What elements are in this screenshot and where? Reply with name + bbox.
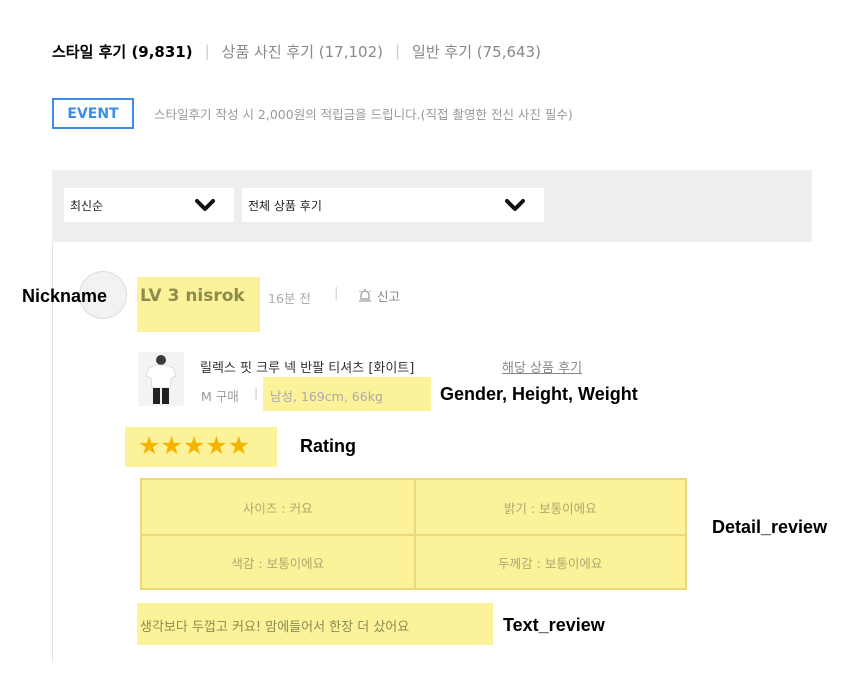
review-tabs: 스타일 후기 (9,831) | 상품 사진 후기 (17,102) | 일반 … [52, 40, 541, 62]
product-review-link[interactable]: 해당 상품 후기 [502, 357, 582, 376]
tab-separator: | [394, 42, 401, 60]
chevron-down-icon [195, 199, 215, 211]
detail-thickness: 두께감 : 보통이에요 [413, 534, 685, 588]
detail-brightness: 밝기 : 보통이에요 [413, 480, 686, 534]
nickname[interactable]: LV 3 nisrok [140, 286, 245, 306]
event-badge[interactable]: EVENT [52, 98, 134, 129]
product-thumbnail[interactable] [138, 352, 184, 406]
report-label: 신고 [377, 289, 401, 304]
filter-bar: 최신순 전체 상품 후기 [52, 170, 812, 242]
tshirt-model-image [138, 352, 184, 406]
sort-select-label: 최신순 [70, 198, 104, 213]
star-rating: ★★★★★ [138, 431, 251, 460]
product-name[interactable]: 릴렉스 핏 크루 넥 반팔 티셔츠 [화이트] [200, 357, 414, 376]
review-type-select[interactable]: 전체 상품 후기 [242, 188, 544, 222]
annotation-detail-review: Detail_review [712, 517, 828, 537]
annotation-body-info: Gender, Height, Weight [440, 384, 638, 404]
detail-size: 사이즈 : 커요 [242, 500, 313, 516]
annotation-rating: Rating [300, 436, 356, 456]
tab-general-review[interactable]: 일반 후기 (75,643) [412, 41, 541, 62]
review-type-select-label: 전체 상품 후기 [248, 198, 322, 213]
meta-separator: | [334, 286, 339, 301]
sort-select[interactable]: 최신순 [64, 188, 234, 222]
review-time: 16분 전 [268, 291, 311, 306]
text-review: 생각보다 두껍고 커요! 맘에들어서 한장 더 샀어요 [140, 620, 410, 635]
annotation-nickname: Nickname [22, 286, 108, 306]
purchase-separator: | [254, 385, 259, 400]
annotation-text-review: Text_review [503, 615, 605, 635]
tab-style-review[interactable]: 스타일 후기 (9,831) [52, 41, 193, 62]
tab-photo-review[interactable]: 상품 사진 후기 (17,102) [222, 41, 383, 62]
bell-icon [359, 289, 371, 302]
report-button[interactable]: 신고 [357, 286, 400, 305]
detail-color: 색감 : 보통이에요 [142, 534, 414, 588]
event-text: 스타일후기 작성 시 2,000원의 적립금을 드립니다.(직접 촬영한 전신 … [154, 107, 573, 122]
tab-separator: | [204, 42, 210, 60]
body-info: 남성, 169cm, 66kg [270, 389, 383, 404]
detail-review-grid: 사이즈 : 커요 밝기 : 보통이에요 색감 : 보통이에요 두께감 : 보통이… [140, 478, 687, 590]
chevron-down-icon [505, 199, 525, 211]
purchase-size: M 구매 [201, 389, 239, 404]
